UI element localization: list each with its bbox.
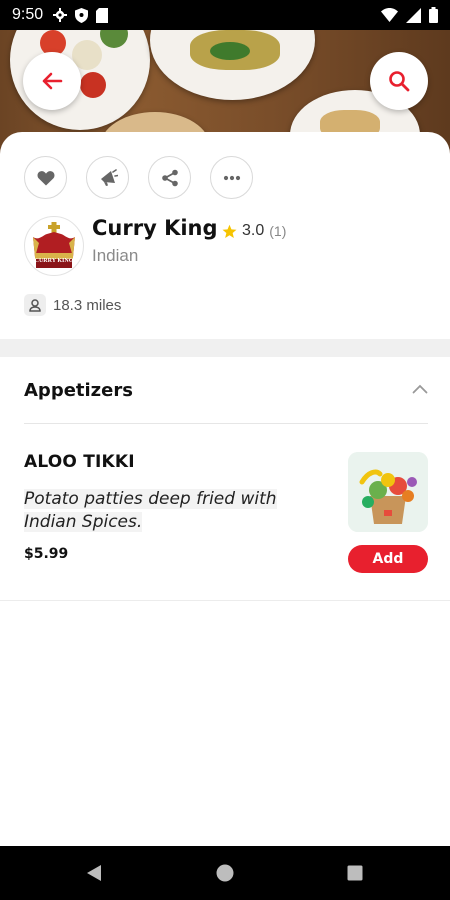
- restaurant-name: Curry King: [92, 216, 218, 240]
- square-recents-icon: [347, 865, 363, 881]
- add-to-cart-button[interactable]: Add: [348, 545, 428, 573]
- sd-card-icon: [96, 7, 109, 23]
- nav-back-button[interactable]: [64, 846, 124, 900]
- distance-row: 18.3 miles: [24, 294, 121, 316]
- distance-text: 18.3 miles: [53, 296, 122, 314]
- search-button[interactable]: [370, 52, 428, 110]
- menu-item-price: $5.99: [24, 546, 69, 562]
- heart-icon: [37, 170, 54, 185]
- circle-home-icon: [216, 864, 234, 882]
- status-right-icons: [381, 7, 438, 23]
- cuisine-label: Indian: [92, 246, 139, 265]
- location-badge: [24, 294, 46, 316]
- more-button[interactable]: [210, 156, 253, 199]
- location-pin-icon: [29, 299, 41, 312]
- restaurant-sheet: CURRY KING Curry King 3.0 (1) Indian 18.…: [0, 132, 450, 846]
- promote-button[interactable]: [86, 156, 129, 199]
- restaurant-logo: CURRY KING: [24, 216, 84, 276]
- back-button[interactable]: [23, 52, 81, 110]
- favorite-button[interactable]: [24, 156, 67, 199]
- more-icon: [223, 175, 240, 180]
- section-title: Appetizers: [24, 380, 133, 401]
- star-icon: [222, 224, 237, 238]
- chevron-up-icon[interactable]: [412, 384, 428, 394]
- menu-item-description: Potato patties deep fried with Indian Sp…: [24, 488, 324, 534]
- signal-icon: [406, 7, 421, 23]
- menu-item-image: [348, 452, 428, 532]
- settings-icon: [53, 8, 68, 22]
- triangle-back-icon: [87, 865, 101, 881]
- system-nav-bar: [0, 846, 450, 900]
- menu-item-divider: [0, 600, 450, 601]
- status-time: 9:50: [12, 6, 44, 23]
- nav-home-button[interactable]: [195, 846, 255, 900]
- section-separator: [0, 339, 450, 357]
- megaphone-icon: [100, 168, 118, 186]
- battery-icon: [429, 7, 438, 23]
- menu-item-name: ALOO TIKKI: [24, 452, 135, 472]
- shield-icon: [75, 7, 89, 23]
- vegetables-image: [348, 452, 428, 532]
- crown-logo: [33, 222, 75, 268]
- screen: 9:50 CURRY KING Curry King 3.0 (1) India…: [0, 0, 450, 900]
- rating-value: 3.0: [242, 222, 265, 239]
- nav-recents-button[interactable]: [325, 846, 385, 900]
- rating-count: (1): [269, 223, 287, 239]
- menu-item[interactable]: ALOO TIKKI Potato patties deep fried wit…: [24, 450, 428, 600]
- dish-plate: [150, 30, 315, 100]
- status-left-icons: [53, 7, 109, 23]
- share-icon: [161, 169, 178, 186]
- section-header-appetizers[interactable]: Appetizers: [24, 380, 428, 424]
- arrow-left-icon: [42, 72, 63, 90]
- share-button[interactable]: [148, 156, 191, 199]
- search-icon: [389, 71, 410, 92]
- wifi-icon: [381, 8, 398, 22]
- status-bar: 9:50: [0, 0, 450, 30]
- menu-item-description-text: Potato patties deep fried with Indian Sp…: [24, 489, 277, 532]
- logo-text: CURRY KING: [34, 258, 74, 264]
- action-row: [24, 156, 253, 199]
- rating: 3.0 (1): [222, 222, 286, 240]
